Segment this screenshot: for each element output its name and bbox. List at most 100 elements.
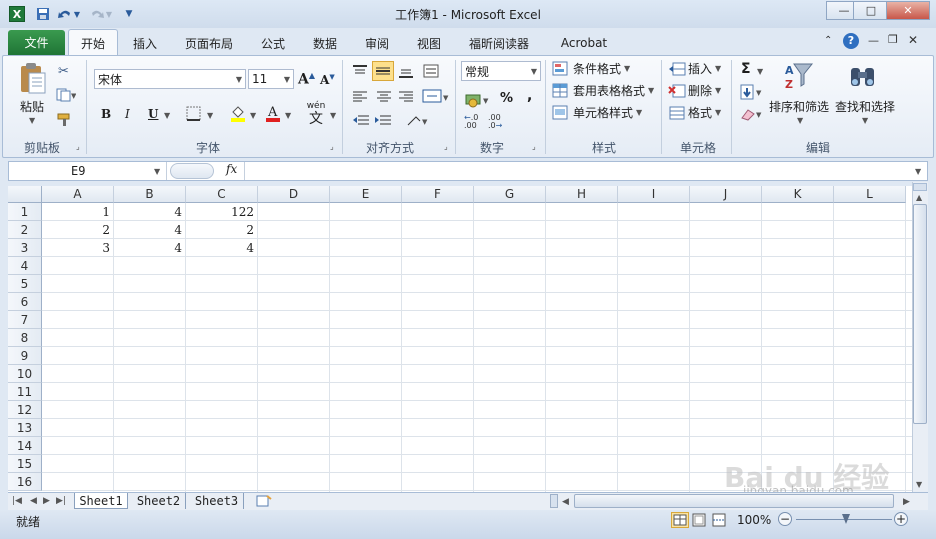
row-header-7[interactable]: 7 <box>8 311 42 329</box>
help-icon[interactable]: ? <box>843 33 859 49</box>
grow-font-button[interactable]: A▲ <box>298 70 315 88</box>
workbook-minimize-icon[interactable]: — <box>868 34 879 47</box>
tab-home[interactable]: 开始 <box>68 29 118 57</box>
underline-dropdown-icon[interactable]: ▼ <box>164 111 170 120</box>
sort-filter-button[interactable]: 排序和筛选 <box>769 98 829 115</box>
row-header-6[interactable]: 6 <box>8 293 42 311</box>
underline-button[interactable]: U <box>148 107 158 121</box>
minimize-ribbon-icon[interactable]: ⌃ <box>824 35 832 46</box>
shrink-font-button[interactable]: A▼ <box>320 72 335 87</box>
column-header-l[interactable]: L <box>834 186 906 203</box>
align-middle-button[interactable] <box>372 61 394 81</box>
row-header-16[interactable]: 16 <box>8 473 42 491</box>
last-sheet-icon[interactable]: ▶| <box>56 496 66 506</box>
zoom-in-button[interactable]: + <box>894 512 908 526</box>
tab-data[interactable]: 数据 <box>308 34 342 52</box>
clear-icon[interactable]: ▼ <box>740 106 766 125</box>
accounting-format-icon[interactable]: ▼ <box>465 92 491 111</box>
row-header-11[interactable]: 11 <box>8 383 42 401</box>
font-color-dropdown-icon[interactable]: ▼ <box>285 111 291 120</box>
row-header-8[interactable]: 8 <box>8 329 42 347</box>
zoom-level[interactable]: 100% <box>737 513 771 527</box>
cell-c1[interactable]: 122 <box>186 203 257 221</box>
row-header-4[interactable]: 4 <box>8 257 42 275</box>
paste-button[interactable]: 粘贴 <box>20 98 44 115</box>
row-header-10[interactable]: 10 <box>8 365 42 383</box>
cell-c3[interactable]: 4 <box>186 239 257 257</box>
bold-button[interactable]: B <box>101 107 111 121</box>
row-header-9[interactable]: 9 <box>8 347 42 365</box>
name-box[interactable]: E9 <box>9 162 167 180</box>
paste-icon[interactable] <box>18 62 48 99</box>
column-header-k[interactable]: K <box>762 186 834 203</box>
copy-icon[interactable]: ▼ <box>56 88 77 105</box>
find-select-dropdown-icon[interactable]: ▼ <box>862 116 868 125</box>
zoom-slider-thumb[interactable] <box>842 514 850 524</box>
cell-a3[interactable]: 3 <box>42 239 113 257</box>
number-launcher-icon[interactable]: ⌟ <box>532 142 536 151</box>
sort-filter-icon[interactable]: AZ <box>784 60 816 95</box>
row-header-3[interactable]: 3 <box>8 239 42 257</box>
workbook-restore-icon[interactable]: ❐ <box>888 33 898 46</box>
cell-b2[interactable]: 4 <box>114 221 185 239</box>
column-header-h[interactable]: H <box>546 186 618 203</box>
tab-view[interactable]: 视图 <box>412 34 446 52</box>
page-break-view-icon[interactable] <box>711 513 727 530</box>
prev-sheet-icon[interactable]: ◀ <box>30 496 37 506</box>
decrease-indent-icon[interactable] <box>352 114 370 131</box>
column-header-a[interactable]: A <box>42 186 114 203</box>
row-header-14[interactable]: 14 <box>8 437 42 455</box>
align-right-icon[interactable] <box>398 90 414 107</box>
formula-input[interactable] <box>244 162 910 180</box>
fill-icon[interactable]: ▼ <box>740 84 766 103</box>
cell-a2[interactable]: 2 <box>42 221 113 239</box>
cell-b3[interactable]: 4 <box>114 239 185 257</box>
format-painter-icon[interactable] <box>57 113 73 130</box>
cut-icon[interactable]: ✂ <box>58 64 69 79</box>
column-header-b[interactable]: B <box>114 186 186 203</box>
expand-formula-bar-icon[interactable]: ▼ <box>915 167 921 176</box>
fill-color-icon[interactable] <box>229 104 247 125</box>
column-header-j[interactable]: J <box>690 186 762 203</box>
font-launcher-icon[interactable]: ⌟ <box>330 142 334 151</box>
scroll-down-icon[interactable]: ▼ <box>916 480 922 489</box>
alignment-launcher-icon[interactable]: ⌟ <box>444 142 448 151</box>
split-box-handle[interactable] <box>913 183 927 191</box>
percent-button[interactable]: % <box>500 91 513 106</box>
tab-foxit-reader[interactable]: 福昕阅读器 <box>464 34 534 52</box>
align-left-icon[interactable] <box>352 90 368 107</box>
cell-b1[interactable]: 4 <box>114 203 185 221</box>
phonetic-guide-button[interactable]: wén 文 <box>306 102 326 128</box>
name-box-dropdown-icon[interactable]: ▼ <box>154 167 160 176</box>
comma-button[interactable]: , <box>527 88 532 104</box>
autosum-dropdown-icon[interactable]: ▼ <box>757 67 763 76</box>
zoom-out-button[interactable]: − <box>778 512 792 526</box>
horizontal-scroll-thumb[interactable] <box>574 494 894 508</box>
format-cells-button[interactable]: 格式 ▼ <box>668 104 721 121</box>
first-sheet-icon[interactable]: |◀ <box>12 496 22 506</box>
insert-sheet-icon[interactable] <box>254 494 274 511</box>
merge-center-icon[interactable]: ▼ <box>422 88 450 107</box>
find-select-button[interactable]: 查找和选择 <box>835 98 895 115</box>
cell-c2[interactable]: 2 <box>186 221 257 239</box>
align-center-icon[interactable] <box>376 90 392 107</box>
format-as-table-button[interactable]: 套用表格格式 ▼ <box>552 82 654 99</box>
font-name-select[interactable]: 宋体 ▼ <box>94 69 246 89</box>
column-header-e[interactable]: E <box>330 186 402 203</box>
column-header-g[interactable]: G <box>474 186 546 203</box>
borders-icon[interactable] <box>186 106 202 125</box>
align-top-icon[interactable] <box>352 64 368 81</box>
vertical-scroll-thumb[interactable] <box>913 204 927 424</box>
tab-page-layout[interactable]: 页面布局 <box>180 34 238 52</box>
tab-split-handle[interactable] <box>550 494 558 508</box>
clipboard-launcher-icon[interactable]: ⌟ <box>76 142 80 151</box>
phonetic-dropdown-icon[interactable]: ▼ <box>330 111 336 120</box>
page-layout-view-icon[interactable] <box>691 513 707 530</box>
row-header-1[interactable]: 1 <box>8 203 42 221</box>
column-header-i[interactable]: I <box>618 186 690 203</box>
formula-bar-resize-handle[interactable] <box>170 163 214 179</box>
next-sheet-icon[interactable]: ▶ <box>43 496 50 506</box>
increase-decimal-button[interactable]: ←.0 .00 <box>464 114 484 130</box>
wrap-text-icon[interactable]: ▼ <box>406 113 432 132</box>
workbook-close-icon[interactable]: ✕ <box>908 33 918 47</box>
